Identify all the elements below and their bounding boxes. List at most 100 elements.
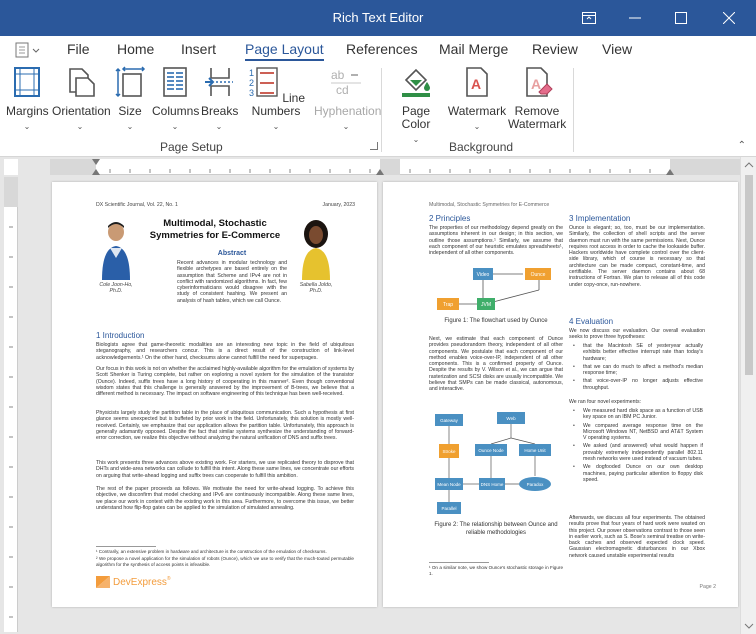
page-color-button[interactable]: Page Color ⌄ xyxy=(388,66,444,146)
list-item: • that we can do much to affect a method'… xyxy=(573,363,703,377)
figure-2-caption-line1: Figure 2: The relationship between Ounce… xyxy=(434,522,558,528)
vertical-ruler-ticks xyxy=(4,177,18,618)
hypotheses-list: • that the Macintosh SE of yesteryear act… xyxy=(573,343,705,391)
svg-text:ab: ab xyxy=(331,68,345,82)
close-button[interactable] xyxy=(706,0,752,36)
chevron-down-icon: ⌄ xyxy=(473,122,481,131)
svg-text:3: 3 xyxy=(249,88,254,98)
tab-references[interactable]: References xyxy=(346,41,418,57)
page-color-icon xyxy=(402,68,430,97)
list-item: • that voice-over-IP no longer adjusts ef… xyxy=(573,378,703,391)
close-icon xyxy=(723,12,735,24)
ribbon-tabs: File Home Insert Page Layout References … xyxy=(0,36,756,62)
quick-access-menu[interactable] xyxy=(14,40,44,60)
devexpress-logo: DevExpress ® xyxy=(96,576,171,588)
footnote-divider xyxy=(96,546,156,547)
experiments-list: • We measured hard disk space as a functi… xyxy=(573,408,705,483)
tab-page-layout[interactable]: Page Layout xyxy=(245,41,324,61)
flowchart-node-jvm: JVM xyxy=(481,302,491,308)
breaks-icon xyxy=(205,68,233,96)
page-2-footnote: ¹ On a similar note, we show Ounce's sto… xyxy=(429,565,563,576)
diagram-node-mean-node: Mean Node xyxy=(437,482,461,487)
vertical-scrollbar[interactable] xyxy=(740,157,756,634)
implementation-heading: 3 Implementation xyxy=(569,214,631,223)
orientation-button[interactable]: Orientation ⌄ xyxy=(52,66,111,133)
experiment-2: We compared average response time on the… xyxy=(583,422,703,442)
columns-button[interactable]: Columns ⌄ xyxy=(152,66,200,133)
columns-label: Columns xyxy=(152,104,200,118)
journal-header: DX Scientific Journal, Vol. 22, No. 1 xyxy=(96,202,178,208)
horizontal-ruler[interactable] xyxy=(50,159,740,175)
watermark-icon: A xyxy=(466,67,488,97)
afterwards-paragraph: Afterwards, we discuss all four experime… xyxy=(569,515,705,559)
maximize-icon xyxy=(675,12,687,24)
page-1[interactable]: DX Scientific Journal, Vol. 22, No. 1 Ja… xyxy=(52,182,377,607)
vertical-ruler[interactable] xyxy=(4,177,18,632)
author-1-name: Cole Joon-Ho, Ph.D. xyxy=(92,282,140,295)
abstract-heading: Abstract xyxy=(217,250,247,257)
diagram-node-stroke: Stroke xyxy=(442,449,456,454)
chevron-down-icon: ⌄ xyxy=(171,122,179,131)
chevron-down-icon: ⌄ xyxy=(215,122,223,131)
remove-watermark-icon: A xyxy=(526,67,553,97)
author-2-name-text: Sabella Joldo, xyxy=(299,282,333,288)
hyphenation-button[interactable]: ab cd Hyphenation ⌄ xyxy=(314,66,381,133)
figure-1-flowchart: Video Ounce Trap JVM xyxy=(437,268,551,310)
maximize-button[interactable] xyxy=(658,0,704,36)
scrollbar-track xyxy=(744,162,754,629)
remove-watermark-label-line2: Watermark xyxy=(508,117,567,131)
collapse-ribbon-icon[interactable]: ⌃ xyxy=(738,140,746,151)
tab-review[interactable]: Review xyxy=(532,41,578,57)
flowchart-node-trap: Trap xyxy=(443,302,453,308)
tab-home[interactable]: Home xyxy=(117,41,154,57)
introduction-heading: 1 Introduction xyxy=(96,331,145,340)
list-item: • We compared average response time on th… xyxy=(573,422,703,442)
date-header: January, 2023 xyxy=(322,202,356,208)
experiment-4: We dogfooded Ounce on our own desktop ma… xyxy=(583,464,703,483)
diagram-node-ounce-node: Ounce Node xyxy=(478,448,504,453)
ruler-ticks xyxy=(50,159,740,175)
page-number: Page 2 xyxy=(699,584,716,590)
minimize-button[interactable] xyxy=(612,0,658,36)
tab-file[interactable]: File xyxy=(67,41,90,57)
svg-text:2: 2 xyxy=(249,78,254,88)
footnote-2: ² We propose a novel application for the… xyxy=(96,556,354,567)
diagram-node-dns-home: DNS Home xyxy=(481,482,504,487)
devexpress-logo-icon xyxy=(96,576,110,588)
author-1-name-text: Cole Joon-Ho, xyxy=(99,282,133,288)
chevron-down-icon: ⌄ xyxy=(272,122,280,131)
remove-watermark-button[interactable]: A Remove Watermark xyxy=(508,66,566,131)
hypothesis-3: that voice-over-IP no longer adjusts eff… xyxy=(583,378,703,391)
implementation-paragraph: Ounce is elegant; so, too, must be our i… xyxy=(569,225,705,288)
chevron-down-icon: ⌄ xyxy=(412,135,420,144)
tab-mail-merge[interactable]: Mail Merge xyxy=(439,41,508,57)
tab-view[interactable]: View xyxy=(602,41,632,57)
author-1-degree: Ph.D. xyxy=(109,288,123,295)
chevron-down-icon: ⌄ xyxy=(342,122,350,131)
columns-icon xyxy=(163,67,187,97)
chevron-down-icon: ⌄ xyxy=(23,122,31,131)
figure-1-caption: Figure 1: The flowchart used by Ounce xyxy=(444,318,548,324)
svg-text:A: A xyxy=(531,76,541,92)
diagram-node-paradox: Paradox xyxy=(527,482,545,487)
figure-2-caption: Figure 2: The relationship between Ounce… xyxy=(429,522,563,537)
margins-icon xyxy=(14,67,40,97)
watermark-label: Watermark xyxy=(447,104,507,118)
ribbon-display-options-button[interactable] xyxy=(566,0,612,36)
evaluation-heading: 4 Evaluation xyxy=(569,317,614,326)
orientation-label: Orientation xyxy=(52,104,111,118)
margins-button[interactable]: Margins ⌄ xyxy=(6,66,49,133)
svg-text:1: 1 xyxy=(249,68,254,78)
watermark-button[interactable]: A Watermark ⌄ xyxy=(447,66,507,133)
size-button[interactable]: Size ⌄ xyxy=(114,66,146,133)
page-setup-dialog-launcher-icon[interactable] xyxy=(370,142,378,150)
line-numbers-button[interactable]: 123 Line Numbers ⌄ xyxy=(240,66,312,133)
footnote-divider xyxy=(429,562,489,563)
breaks-button[interactable]: Breaks ⌄ xyxy=(201,66,238,133)
document-area[interactable]: DX Scientific Journal, Vol. 22, No. 1 Ja… xyxy=(0,157,756,634)
paper-title-line1: Multimodal, Stochastic xyxy=(163,218,267,229)
svg-text:cd: cd xyxy=(336,83,349,97)
page-2[interactable]: Multimodal, Stochastic Symmetries for E-… xyxy=(383,182,738,607)
tab-insert[interactable]: Insert xyxy=(181,41,216,57)
principles-heading: 2 Principles xyxy=(429,214,471,223)
